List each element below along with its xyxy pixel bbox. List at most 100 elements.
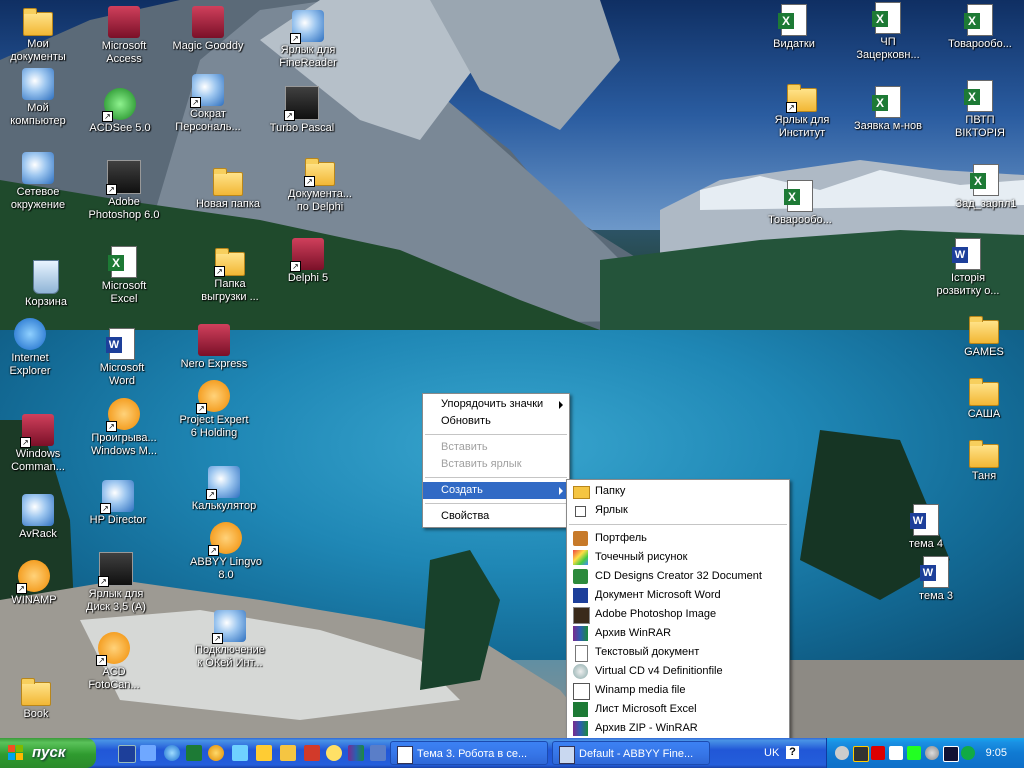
institute-shortcut-icon[interactable]: ↗ Ярлык для Институт (762, 82, 842, 140)
menu-paste[interactable]: Вставить (423, 439, 569, 456)
folder-icon: ↗ (786, 84, 817, 113)
quicklaunch-word-icon[interactable] (118, 745, 136, 763)
export-folder-icon[interactable]: ↗ Папка выгрузки ... (190, 246, 270, 304)
delphi-5-icon[interactable]: ↗ Delphi 5 (268, 238, 348, 285)
avrack-icon[interactable]: AvRack (0, 494, 78, 541)
menu-paste-shortcut[interactable]: Вставить ярлык (423, 456, 569, 473)
menu-properties[interactable]: Свойства (423, 508, 569, 525)
clock[interactable]: 9:05 (986, 738, 1007, 768)
menu-new[interactable]: Создать (423, 482, 569, 499)
bitmap-icon (573, 550, 588, 565)
tray-ati-icon[interactable] (871, 746, 885, 760)
zad-zarpl-icon[interactable]: Зад_зарпл1 (946, 164, 1024, 211)
new-excel-sheet-item[interactable]: Лист Microsoft Excel (567, 700, 789, 719)
pvtp-viktoria-icon[interactable]: ПВТП ВІКТОРІЯ (940, 80, 1020, 140)
internet-explorer-icon[interactable]: Internet Explorer (0, 318, 70, 378)
new-briefcase-item[interactable]: Портфель (567, 529, 789, 548)
book-folder-icon[interactable]: Book (0, 676, 76, 721)
tanya-folder-icon[interactable]: Таня (944, 438, 1024, 483)
new-zip-item[interactable]: Архив ZIP - WinRAR (567, 719, 789, 738)
quicklaunch-nero-icon[interactable] (304, 745, 320, 761)
help-icon[interactable]: ? (786, 746, 799, 759)
quicklaunch-more-icon[interactable] (370, 745, 386, 761)
ms-excel-icon[interactable]: Microsoft Excel (84, 246, 164, 306)
new-folder-item[interactable]: Папку (567, 482, 789, 501)
winamp-icon[interactable]: ↗ WINAMP (0, 560, 74, 607)
create-submenu: Папку Ярлык Портфель Точечный рисунок CD… (566, 479, 790, 738)
desktop[interactable]: Мои документы Мой компьютер Сетевое окру… (0, 0, 1024, 738)
new-photoshop-item[interactable]: Adobe Photoshop Image (567, 605, 789, 624)
media-player-icon[interactable]: ↗ Проигрыва... Windows M... (84, 398, 164, 458)
folder-icon: ↗ (304, 158, 335, 187)
nero-express-icon[interactable]: Nero Express (174, 324, 254, 371)
sokrat-icon[interactable]: ↗ Сократ Персональ... (168, 74, 248, 134)
tema-3-icon[interactable]: тема 3 (896, 556, 976, 603)
delphi-docs-icon[interactable]: ↗ Документа... по Delphi (280, 156, 360, 214)
start-button[interactable]: пуск (0, 738, 96, 768)
tray-status-icon[interactable] (907, 746, 921, 760)
istoriya-rozvytku-icon[interactable]: Історія розвитку о... (928, 238, 1008, 298)
lightbulb-icon: ↗ (196, 380, 230, 414)
recycle-bin-icon[interactable]: Корзина (6, 260, 86, 309)
okey-connection-icon[interactable]: ↗ Подключение к ОКей Инт... (190, 610, 270, 670)
finereader-logo-icon: ↗ (290, 10, 324, 44)
quicklaunch-folder-icon[interactable] (280, 745, 296, 761)
windows-commander-icon[interactable]: ↗ Windows Comman... (0, 414, 78, 474)
floppy-shortcut-icon[interactable]: ↗ Ярлык для Диск 3,5 (А) (76, 552, 156, 614)
quicklaunch-winrar-icon[interactable] (348, 745, 364, 761)
tray-lite-icon[interactable] (853, 746, 869, 762)
photoshop-icon[interactable]: ↗ Adobe Photoshop 6.0 (84, 160, 164, 222)
new-virtual-cd-item[interactable]: Virtual CD v4 Definitionfile (567, 662, 789, 681)
tema-4-icon[interactable]: тема 4 (886, 504, 966, 551)
windows-logo-icon (8, 745, 24, 761)
calculator-icon[interactable]: ↗ Калькулятор (184, 466, 264, 513)
quicklaunch-media-icon[interactable] (208, 745, 224, 761)
tray-antivirus-icon[interactable] (961, 746, 975, 760)
acdsee-icon[interactable]: ↗ ACDSee 5.0 (80, 88, 160, 135)
games-folder-icon[interactable]: GAMES (944, 314, 1024, 359)
turbo-pascal-icon[interactable]: ↗ Turbo Pascal (262, 86, 342, 135)
finereader-shortcut-icon[interactable]: ↗ Ярлык для FineReader (268, 10, 348, 70)
tovaroobig-2-icon[interactable]: Товарообо... (760, 180, 840, 227)
new-winrar-item[interactable]: Архив WinRAR (567, 624, 789, 643)
tray-network-icon[interactable] (889, 746, 903, 760)
project-expert-icon[interactable]: ↗ Project Expert 6 Holding (174, 380, 254, 440)
sokrat-logo-icon: ↗ (190, 74, 224, 108)
language-indicator[interactable]: UK ? (758, 738, 820, 768)
vydatky-icon[interactable]: Видатки (754, 4, 834, 51)
abbyy-lingvo-icon[interactable]: ↗ ABBYY Lingvo 8.0 (186, 522, 266, 582)
menu-arrange-icons[interactable]: Упорядочить значки (423, 396, 569, 413)
sasha-folder-icon[interactable]: САША (944, 376, 1024, 421)
quicklaunch-outlook-icon[interactable] (140, 745, 156, 761)
new-word-doc-item[interactable]: Документ Microsoft Word (567, 586, 789, 605)
new-winamp-file-item[interactable]: Winamp media file (567, 681, 789, 700)
turbo-pascal-logo-icon: ↗ (284, 86, 319, 121)
hp-director-icon[interactable]: ↗ HP Director (78, 480, 158, 527)
new-text-doc-item[interactable]: Текстовый документ (567, 643, 789, 662)
new-folder-icon[interactable]: Новая папка (188, 166, 268, 211)
chp-zatserkovny-icon[interactable]: ЧП Зацерковн... (848, 2, 928, 62)
my-documents-icon[interactable]: Мои документы (0, 6, 78, 64)
tray-eye-icon[interactable] (943, 746, 959, 762)
tray-speaker-icon[interactable] (835, 746, 849, 760)
quicklaunch-lightbulb-icon[interactable] (326, 745, 342, 761)
ms-access-icon[interactable]: Microsoft Access (84, 6, 164, 66)
taskbar-button-word-doc[interactable]: Тема 3. Робота в се... (390, 741, 548, 765)
new-cd-designs-item[interactable]: CD Designs Creator 32 Document (567, 567, 789, 586)
taskbar-button-abbyy[interactable]: Default - ABBYY Fine... (552, 741, 710, 765)
magic-gooddy-icon[interactable]: Magic Gooddy (168, 6, 248, 53)
quicklaunch-excel-icon[interactable] (186, 745, 202, 761)
new-shortcut-item[interactable]: Ярлык (567, 501, 789, 520)
ms-word-icon[interactable]: Microsoft Word (82, 328, 162, 388)
tray-disc-icon[interactable] (925, 746, 939, 760)
quicklaunch-ie-icon[interactable] (164, 745, 180, 761)
my-computer-icon[interactable]: Мой компьютер (0, 68, 78, 128)
menu-refresh[interactable]: Обновить (423, 413, 569, 430)
tovaroobig-1-icon[interactable]: Товарообо... (940, 4, 1020, 51)
network-places-icon[interactable]: Сетевое окружение (0, 152, 78, 212)
zayavka-icon[interactable]: Заявка м-нов (848, 86, 928, 133)
quicklaunch-lightning-icon[interactable] (256, 745, 272, 761)
acd-fotocanvas-icon[interactable]: ↗ ACD FotoCan... (74, 632, 154, 692)
quicklaunch-network-icon[interactable] (232, 745, 248, 761)
new-bitmap-item[interactable]: Точечный рисунок (567, 548, 789, 567)
